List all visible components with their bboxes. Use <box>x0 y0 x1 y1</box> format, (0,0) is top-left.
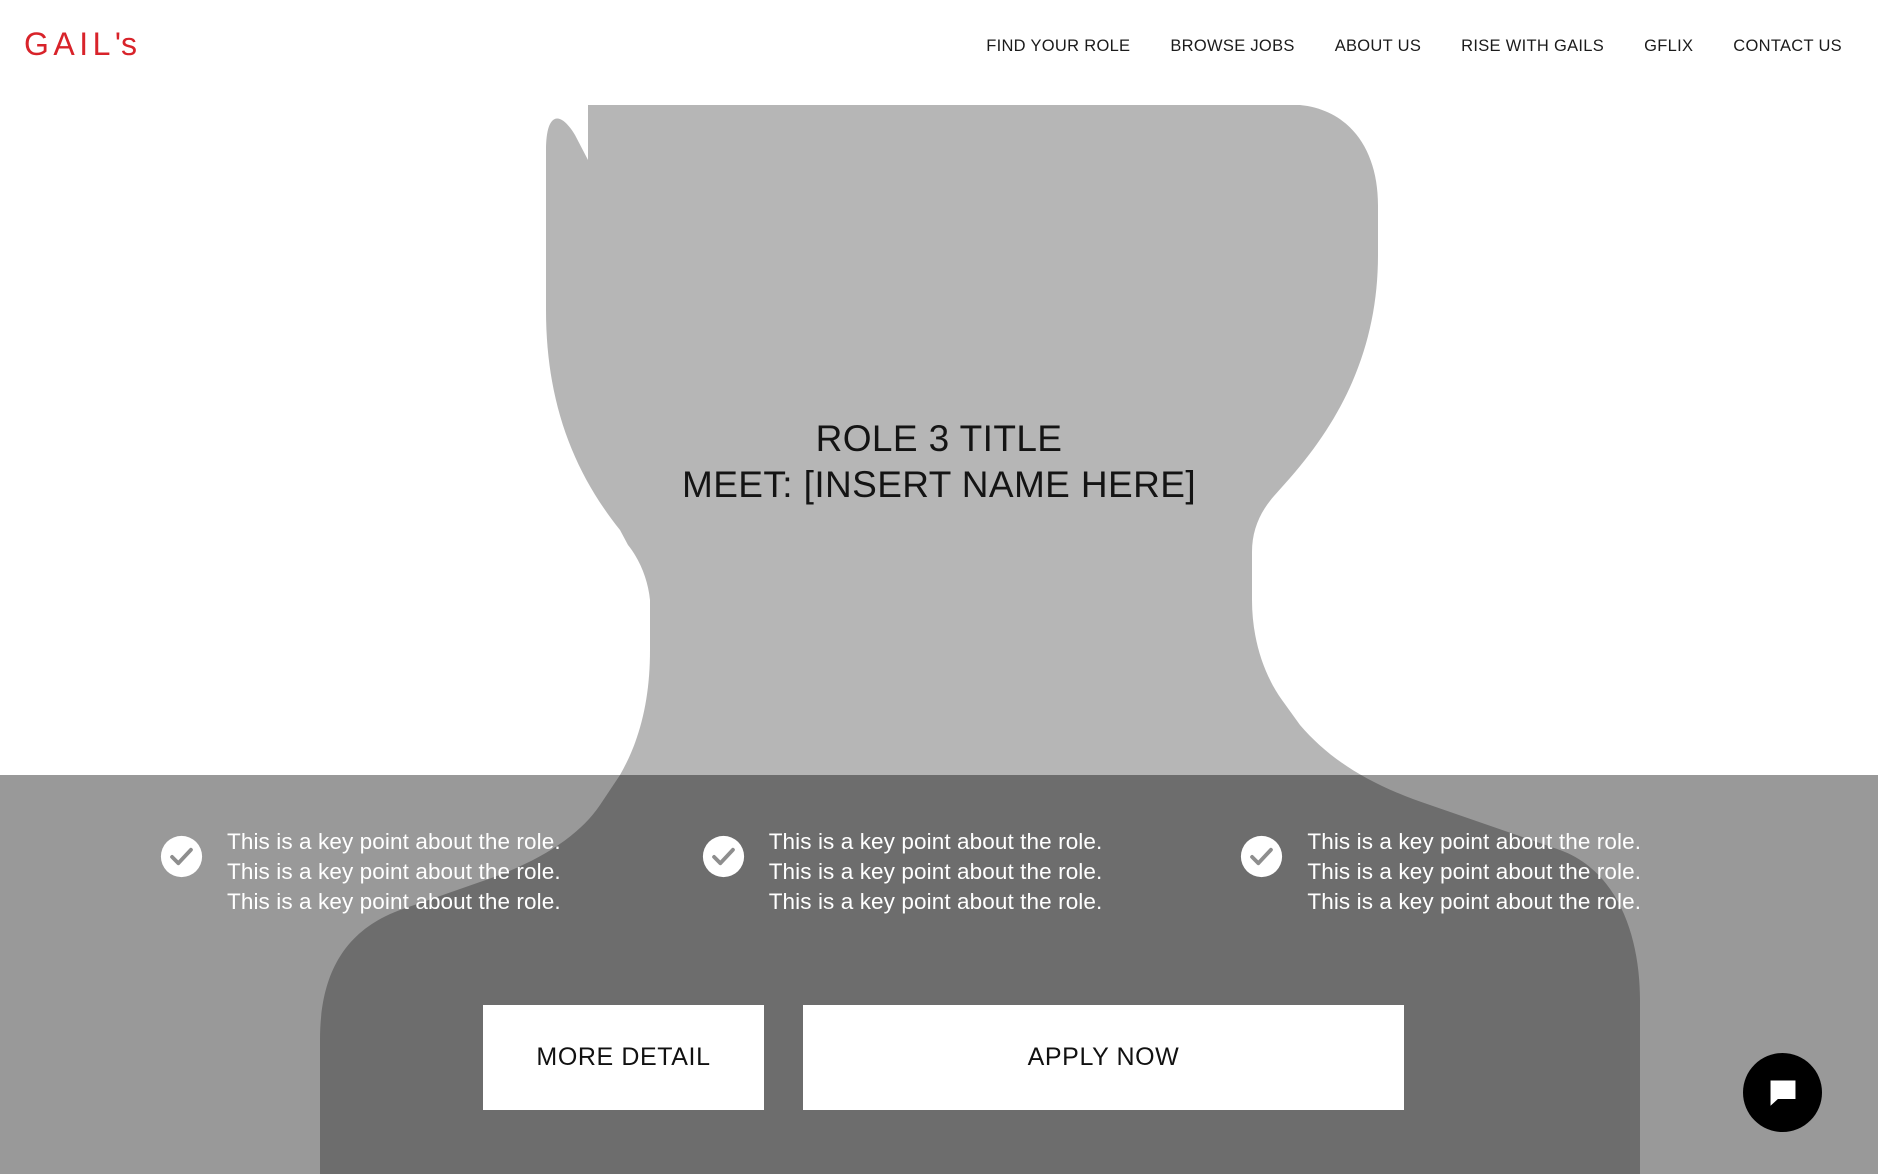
key-point-text-2: This is a key point about the role. This… <box>769 827 1103 917</box>
key-point-line: This is a key point about the role. <box>227 888 561 914</box>
key-point-column-3: This is a key point about the role. This… <box>1240 827 1641 917</box>
site-header: GAIL's FIND YOUR ROLE BROWSE JOBS ABOUT … <box>0 0 1878 88</box>
check-circle-icon <box>1241 835 1283 878</box>
nav-about-us[interactable]: ABOUT US <box>1315 38 1441 55</box>
nav-rise-with-gails[interactable]: RISE WITH GAILS <box>1441 38 1624 55</box>
chat-bubble-icon <box>1770 1080 1795 1106</box>
apply-now-button[interactable]: APPLY NOW <box>803 1005 1404 1110</box>
check-circle-icon <box>702 835 744 878</box>
key-points-section: This is a key point about the role. This… <box>0 827 1878 917</box>
chat-widget-button[interactable] <box>1743 1053 1822 1132</box>
cta-button-row: MORE DETAIL APPLY NOW <box>483 1005 1404 1110</box>
key-point-line: This is a key point about the role. <box>1307 829 1642 854</box>
more-detail-button[interactable]: MORE DETAIL <box>483 1005 764 1110</box>
key-point-line: This is a key point about the role. <box>768 858 1103 884</box>
main-navigation: FIND YOUR ROLE BROWSE JOBS ABOUT US RISE… <box>966 38 1842 55</box>
key-point-text-1: This is a key point about the role. This… <box>227 827 561 917</box>
key-point-line: This is a key point about the role. <box>1307 858 1642 884</box>
key-point-column-2: This is a key point about the role. This… <box>702 827 1103 917</box>
check-circle-icon <box>160 835 203 878</box>
key-point-line: This is a key point about the role. <box>227 829 561 854</box>
key-point-line: This is a key point about the role. <box>227 858 561 884</box>
key-point-text-3: This is a key point about the role. This… <box>1307 827 1641 917</box>
nav-gflix[interactable]: GFLIX <box>1624 38 1713 55</box>
key-point-line: This is a key point about the role. <box>768 829 1103 854</box>
nav-find-your-role[interactable]: FIND YOUR ROLE <box>966 38 1150 55</box>
key-point-line: This is a key point about the role. <box>768 888 1103 914</box>
key-point-column-1: This is a key point about the role. This… <box>160 827 561 917</box>
logo-wordmark: GAIL <box>24 26 115 62</box>
key-point-line: This is a key point about the role. <box>1307 888 1642 914</box>
nav-browse-jobs[interactable]: BROWSE JOBS <box>1150 38 1314 55</box>
nav-contact-us[interactable]: CONTACT US <box>1713 38 1842 55</box>
logo-apostrophe-s: 's <box>114 26 138 62</box>
gails-logo[interactable]: GAIL's <box>24 28 137 60</box>
page-root: ROLE 3 TITLE MEET: [INSERT NAME HERE] Th… <box>0 0 1878 1174</box>
